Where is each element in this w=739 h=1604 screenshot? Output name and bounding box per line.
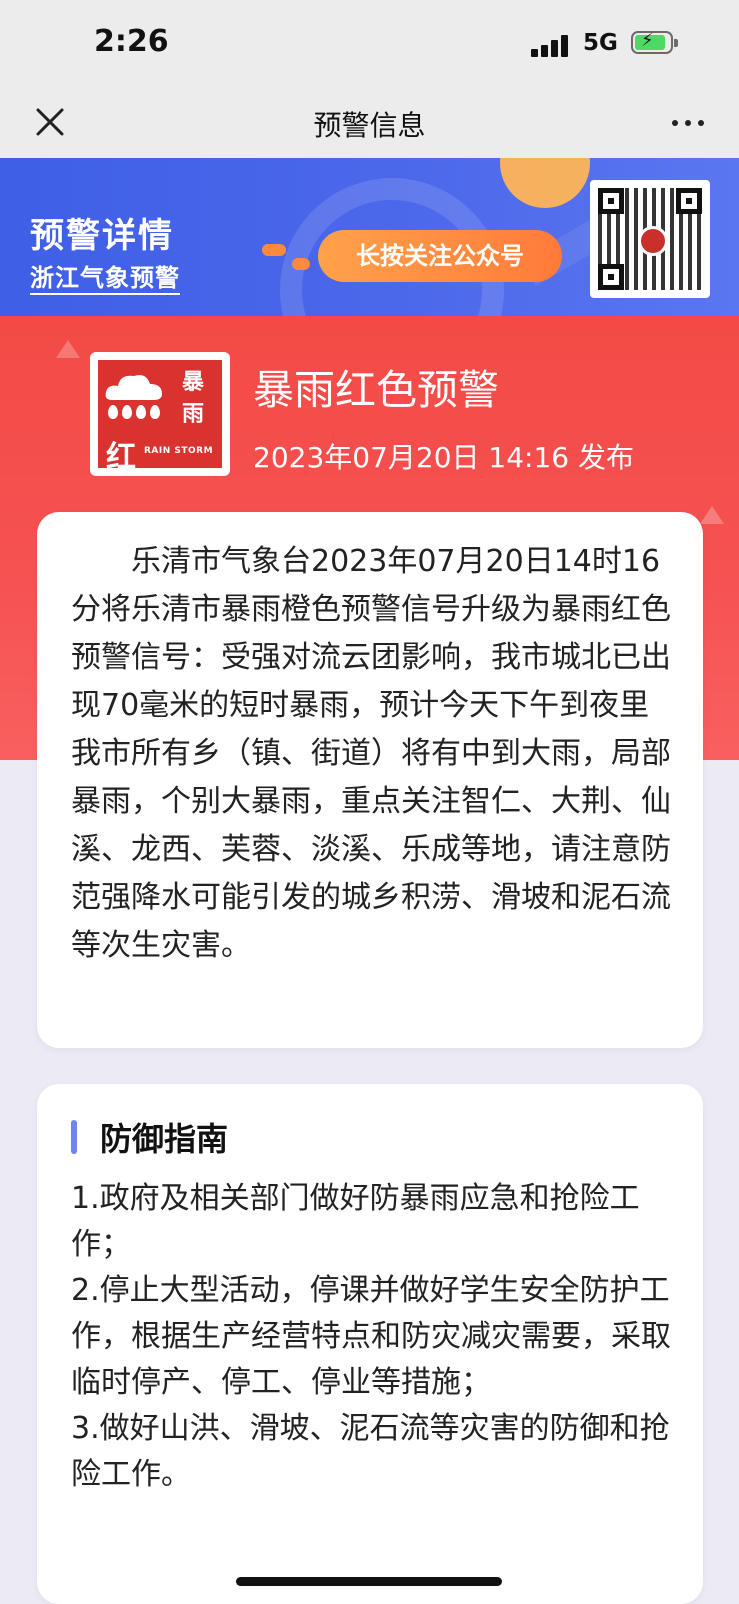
qr-logo-icon <box>638 226 668 256</box>
battery-icon: ⚡ <box>631 31 678 54</box>
page-title: 预警信息 <box>313 109 426 142</box>
alert-detail-text: 乐清市气象台2023年07月20日14时16分将乐清市暴雨橙色预警信号升级为暴雨… <box>71 544 671 963</box>
status-bar: 2:26 5G ⚡ <box>0 0 739 90</box>
pill-decoration <box>292 258 310 270</box>
guide-item: 3.做好山洪、滑坡、泥石流等灾害的防御和抢险工作。 <box>71 1411 670 1492</box>
qr-finder <box>598 188 624 214</box>
section-marker <box>71 1120 77 1154</box>
home-indicator[interactable] <box>236 1577 502 1586</box>
raindrops-icon <box>108 404 164 423</box>
defense-guide-card: 防御指南 1.政府及相关部门做好防暴雨应急和抢险工作； 2.停止大型活动，停课并… <box>37 1084 703 1604</box>
megaphone-icon <box>500 158 590 208</box>
banner-title: 预警详情 <box>30 216 174 256</box>
follow-banner[interactable]: 预警详情 浙江气象预警 长按关注公众号 <box>0 158 739 316</box>
icon-char-yu: 雨 <box>182 402 205 427</box>
guide-item: 2.停止大型活动，停课并做好学生安全防护工作，根据生产经营特点和防灾减灾需要，采… <box>71 1273 671 1400</box>
qr-finder <box>598 264 624 290</box>
signal-icon <box>531 33 571 57</box>
pill-decoration <box>262 244 286 256</box>
qr-code[interactable] <box>590 180 710 298</box>
cloud-icon <box>105 375 162 400</box>
alert-published-time: 2023年07月20日 14:16 发布 <box>253 441 635 474</box>
status-time: 2:26 <box>94 24 169 59</box>
guide-list: 1.政府及相关部门做好防暴雨应急和抢险工作； 2.停止大型活动，停课并做好学生安… <box>71 1176 681 1498</box>
network-type: 5G <box>583 30 618 56</box>
decor-triangle <box>700 506 724 524</box>
decor-triangle <box>56 340 80 358</box>
more-icon[interactable] <box>668 104 708 140</box>
guide-item: 1.政府及相关部门做好防暴雨应急和抢险工作； <box>71 1181 640 1262</box>
banner-subtitle: 浙江气象预警 <box>30 258 180 295</box>
follow-account-button[interactable]: 长按关注公众号 <box>318 230 562 282</box>
nav-bar: 预警信息 <box>0 90 739 158</box>
guide-title: 防御指南 <box>100 1120 229 1158</box>
icon-english-label: RAIN STORM <box>144 446 214 456</box>
rainstorm-warning-icon: 暴 雨 红 RAIN STORM <box>90 352 230 476</box>
qr-finder <box>676 188 702 214</box>
icon-level-char: 红 <box>106 440 136 475</box>
alert-title: 暴雨红色预警 <box>253 366 499 414</box>
alert-detail-card: 乐清市气象台2023年07月20日14时16分将乐清市暴雨橙色预警信号升级为暴雨… <box>37 512 703 1048</box>
icon-char-bao: 暴 <box>182 370 205 395</box>
